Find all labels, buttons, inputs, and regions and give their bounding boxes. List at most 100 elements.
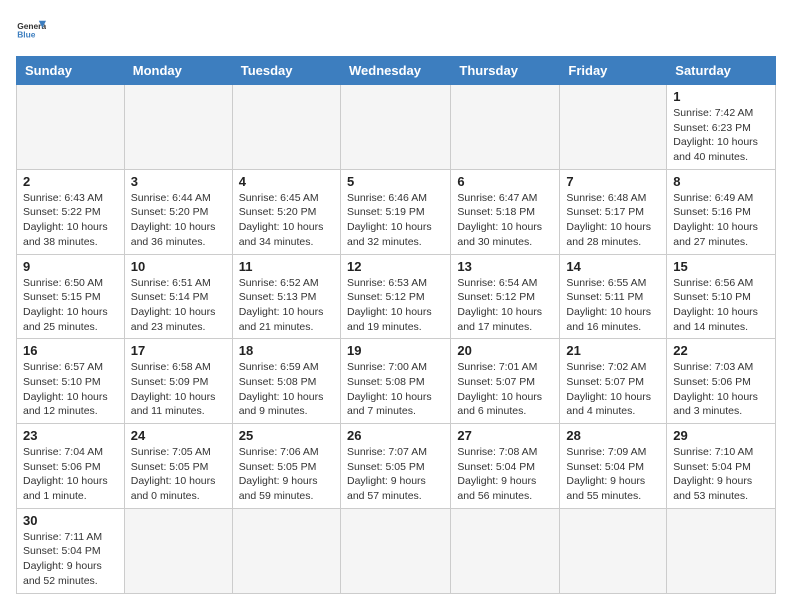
logo: General Blue	[16, 16, 46, 46]
calendar-cell: 3 Sunrise: 6:44 AM Sunset: 5:20 PM Daylig…	[124, 169, 232, 254]
calendar-cell: 20 Sunrise: 7:01 AM Sunset: 5:07 PM Dayli…	[451, 339, 560, 424]
day-header-friday: Friday	[560, 57, 667, 85]
day-info: Sunrise: 6:56 AM Sunset: 5:10 PM Dayligh…	[673, 276, 769, 335]
calendar-cell	[560, 508, 667, 593]
day-info: Sunrise: 7:01 AM Sunset: 5:07 PM Dayligh…	[457, 360, 553, 419]
calendar-week-row: 23 Sunrise: 7:04 AM Sunset: 5:06 PM Dayli…	[17, 424, 776, 509]
calendar-cell: 10Sunrise: 6:51 AM Sunset: 5:14 PM Dayli…	[124, 254, 232, 339]
calendar-week-row: 30 Sunrise: 7:11 AM Sunset: 5:04 PM Dayli…	[17, 508, 776, 593]
day-info: Sunrise: 6:48 AM Sunset: 5:17 PM Dayligh…	[566, 191, 660, 250]
day-info: Sunrise: 6:58 AM Sunset: 5:09 PM Dayligh…	[131, 360, 226, 419]
calendar-cell: 27Sunrise: 7:08 AM Sunset: 5:04 PM Dayli…	[451, 424, 560, 509]
calendar-week-row: 1 Sunrise: 7:42 AM Sunset: 6:23 PM Daylig…	[17, 85, 776, 170]
calendar-cell: 7 Sunrise: 6:48 AM Sunset: 5:17 PM Daylig…	[560, 169, 667, 254]
calendar-cell: 6 Sunrise: 6:47 AM Sunset: 5:18 PM Daylig…	[451, 169, 560, 254]
day-info: Sunrise: 7:42 AM Sunset: 6:23 PM Dayligh…	[673, 106, 769, 165]
calendar-cell: 18 Sunrise: 6:59 AM Sunset: 5:08 PM Dayli…	[232, 339, 340, 424]
day-info: Sunrise: 7:10 AM Sunset: 5:04 PM Dayligh…	[673, 445, 769, 504]
day-header-thursday: Thursday	[451, 57, 560, 85]
day-number: 27	[457, 428, 553, 443]
day-info: Sunrise: 7:00 AM Sunset: 5:08 PM Dayligh…	[347, 360, 444, 419]
day-number: 4	[239, 174, 334, 189]
day-number: 7	[566, 174, 660, 189]
calendar-cell: 5Sunrise: 6:46 AM Sunset: 5:19 PM Daylig…	[340, 169, 450, 254]
day-number: 29	[673, 428, 769, 443]
calendar-week-row: 9 Sunrise: 6:50 AM Sunset: 5:15 PM Daylig…	[17, 254, 776, 339]
calendar-cell	[124, 508, 232, 593]
calendar-week-row: 16 Sunrise: 6:57 AM Sunset: 5:10 PM Dayli…	[17, 339, 776, 424]
day-number: 24	[131, 428, 226, 443]
header: General Blue	[16, 16, 776, 46]
calendar-cell	[667, 508, 776, 593]
day-number: 8	[673, 174, 769, 189]
day-header-wednesday: Wednesday	[340, 57, 450, 85]
day-number: 25	[239, 428, 334, 443]
day-info: Sunrise: 6:46 AM Sunset: 5:19 PM Dayligh…	[347, 191, 444, 250]
general-blue-logo-icon: General Blue	[16, 16, 46, 46]
day-number: 9	[23, 259, 118, 274]
day-number: 18	[239, 343, 334, 358]
day-number: 13	[457, 259, 553, 274]
day-info: Sunrise: 6:43 AM Sunset: 5:22 PM Dayligh…	[23, 191, 118, 250]
day-info: Sunrise: 7:05 AM Sunset: 5:05 PM Dayligh…	[131, 445, 226, 504]
calendar-cell: 26 Sunrise: 7:07 AM Sunset: 5:05 PM Dayli…	[340, 424, 450, 509]
day-info: Sunrise: 7:09 AM Sunset: 5:04 PM Dayligh…	[566, 445, 660, 504]
day-info: Sunrise: 6:55 AM Sunset: 5:11 PM Dayligh…	[566, 276, 660, 335]
calendar-cell	[232, 85, 340, 170]
day-info: Sunrise: 7:02 AM Sunset: 5:07 PM Dayligh…	[566, 360, 660, 419]
calendar-cell	[451, 85, 560, 170]
calendar-cell: 29 Sunrise: 7:10 AM Sunset: 5:04 PM Dayli…	[667, 424, 776, 509]
day-info: Sunrise: 6:45 AM Sunset: 5:20 PM Dayligh…	[239, 191, 334, 250]
calendar-cell: 24 Sunrise: 7:05 AM Sunset: 5:05 PM Dayli…	[124, 424, 232, 509]
day-info: Sunrise: 7:06 AM Sunset: 5:05 PM Dayligh…	[239, 445, 334, 504]
day-number: 2	[23, 174, 118, 189]
calendar-cell: 13Sunrise: 6:54 AM Sunset: 5:12 PM Dayli…	[451, 254, 560, 339]
calendar-cell: 30 Sunrise: 7:11 AM Sunset: 5:04 PM Dayli…	[17, 508, 125, 593]
day-info: Sunrise: 7:11 AM Sunset: 5:04 PM Dayligh…	[23, 530, 118, 589]
calendar-cell	[560, 85, 667, 170]
calendar-cell	[232, 508, 340, 593]
calendar-cell: 16 Sunrise: 6:57 AM Sunset: 5:10 PM Dayli…	[17, 339, 125, 424]
calendar-table: SundayMondayTuesdayWednesdayThursdayFrid…	[16, 56, 776, 594]
day-number: 15	[673, 259, 769, 274]
day-header-saturday: Saturday	[667, 57, 776, 85]
calendar-cell: 19 Sunrise: 7:00 AM Sunset: 5:08 PM Dayli…	[340, 339, 450, 424]
calendar-cell: 8Sunrise: 6:49 AM Sunset: 5:16 PM Daylig…	[667, 169, 776, 254]
calendar-cell: 21 Sunrise: 7:02 AM Sunset: 5:07 PM Dayli…	[560, 339, 667, 424]
calendar-cell	[340, 85, 450, 170]
day-number: 19	[347, 343, 444, 358]
calendar-cell	[451, 508, 560, 593]
day-number: 6	[457, 174, 553, 189]
day-number: 30	[23, 513, 118, 528]
day-info: Sunrise: 6:52 AM Sunset: 5:13 PM Dayligh…	[239, 276, 334, 335]
calendar-cell: 11 Sunrise: 6:52 AM Sunset: 5:13 PM Dayli…	[232, 254, 340, 339]
day-info: Sunrise: 7:04 AM Sunset: 5:06 PM Dayligh…	[23, 445, 118, 504]
day-info: Sunrise: 6:44 AM Sunset: 5:20 PM Dayligh…	[131, 191, 226, 250]
calendar-cell	[124, 85, 232, 170]
calendar-cell: 22Sunrise: 7:03 AM Sunset: 5:06 PM Dayli…	[667, 339, 776, 424]
svg-text:Blue: Blue	[17, 30, 36, 40]
calendar-cell	[340, 508, 450, 593]
day-number: 11	[239, 259, 334, 274]
day-info: Sunrise: 6:57 AM Sunset: 5:10 PM Dayligh…	[23, 360, 118, 419]
day-number: 21	[566, 343, 660, 358]
calendar-cell: 17Sunrise: 6:58 AM Sunset: 5:09 PM Dayli…	[124, 339, 232, 424]
day-number: 23	[23, 428, 118, 443]
day-info: Sunrise: 6:50 AM Sunset: 5:15 PM Dayligh…	[23, 276, 118, 335]
day-number: 1	[673, 89, 769, 104]
day-number: 16	[23, 343, 118, 358]
calendar-cell: 14 Sunrise: 6:55 AM Sunset: 5:11 PM Dayli…	[560, 254, 667, 339]
calendar-cell: 23 Sunrise: 7:04 AM Sunset: 5:06 PM Dayli…	[17, 424, 125, 509]
day-number: 14	[566, 259, 660, 274]
calendar-cell: 4 Sunrise: 6:45 AM Sunset: 5:20 PM Daylig…	[232, 169, 340, 254]
day-info: Sunrise: 6:59 AM Sunset: 5:08 PM Dayligh…	[239, 360, 334, 419]
day-number: 20	[457, 343, 553, 358]
calendar-cell: 28Sunrise: 7:09 AM Sunset: 5:04 PM Dayli…	[560, 424, 667, 509]
calendar-header-row: SundayMondayTuesdayWednesdayThursdayFrid…	[17, 57, 776, 85]
calendar-cell	[17, 85, 125, 170]
day-number: 3	[131, 174, 226, 189]
calendar-cell: 25 Sunrise: 7:06 AM Sunset: 5:05 PM Dayli…	[232, 424, 340, 509]
day-info: Sunrise: 7:07 AM Sunset: 5:05 PM Dayligh…	[347, 445, 444, 504]
day-info: Sunrise: 6:47 AM Sunset: 5:18 PM Dayligh…	[457, 191, 553, 250]
day-number: 26	[347, 428, 444, 443]
